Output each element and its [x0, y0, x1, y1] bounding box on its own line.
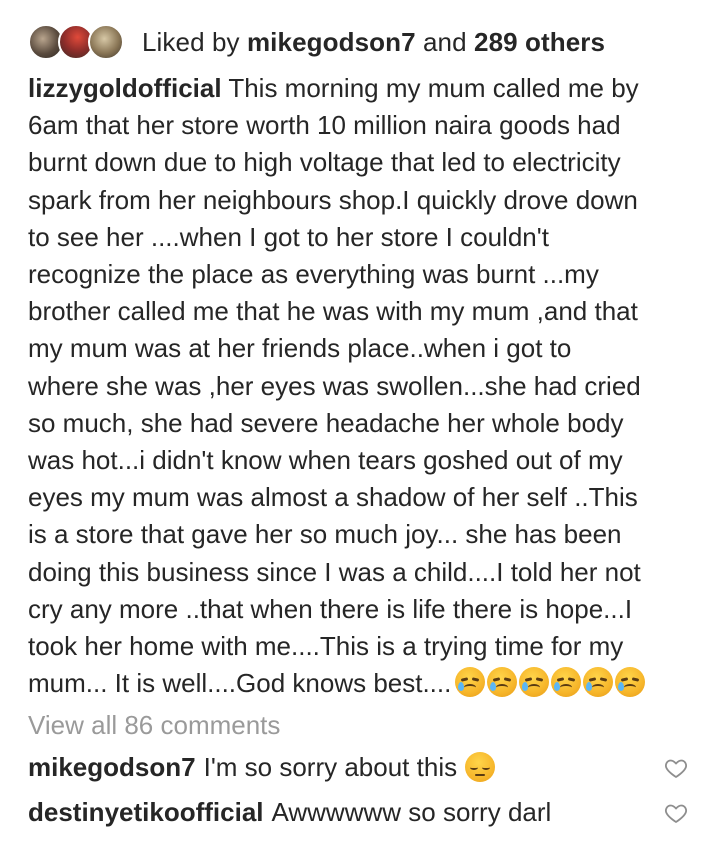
comment-row: mikegodson7 I'm so sorry about this [28, 750, 658, 784]
comment-text: I'm so sorry about this [203, 752, 458, 782]
heart-icon[interactable] [664, 756, 688, 780]
likes-prefix: Liked by [142, 26, 240, 57]
pensive-face-icon [465, 752, 496, 782]
caption-username-link[interactable]: lizzygoldofficial [28, 73, 222, 103]
crying-face-icon [583, 667, 614, 698]
caption-emojis [455, 667, 646, 698]
comment-text: Awwwwww so sorry darl [271, 797, 552, 827]
comment-username-link[interactable]: mikegodson7 [28, 750, 196, 784]
crying-face-icon [551, 667, 582, 698]
liker-username-link[interactable]: mikegodson7 [247, 27, 416, 57]
likes-others-link[interactable]: 289 others [474, 27, 605, 57]
view-all-comments-link[interactable]: View all 86 comments [28, 710, 280, 741]
likes-row: Liked by mikegodson7 and 289 others [28, 20, 605, 64]
comment-row: destinyetikoofficial Awwwwww so sorry da… [28, 795, 658, 829]
liker-avatars[interactable] [28, 22, 132, 62]
crying-face-icon [487, 667, 518, 698]
caption-text: This morning my mum called me by 6am tha… [28, 73, 641, 699]
post-caption: lizzygoldofficial This morning my mum ca… [28, 70, 700, 702]
crying-face-icon [615, 667, 646, 698]
crying-face-icon [519, 667, 550, 698]
heart-icon[interactable] [664, 801, 688, 825]
crying-face-icon [455, 667, 486, 698]
comment-username-link[interactable]: destinyetikoofficial [28, 795, 264, 829]
likes-summary: Liked by mikegodson7 and 289 others [142, 27, 605, 58]
likes-connector: and [423, 26, 467, 57]
avatar [88, 24, 124, 60]
